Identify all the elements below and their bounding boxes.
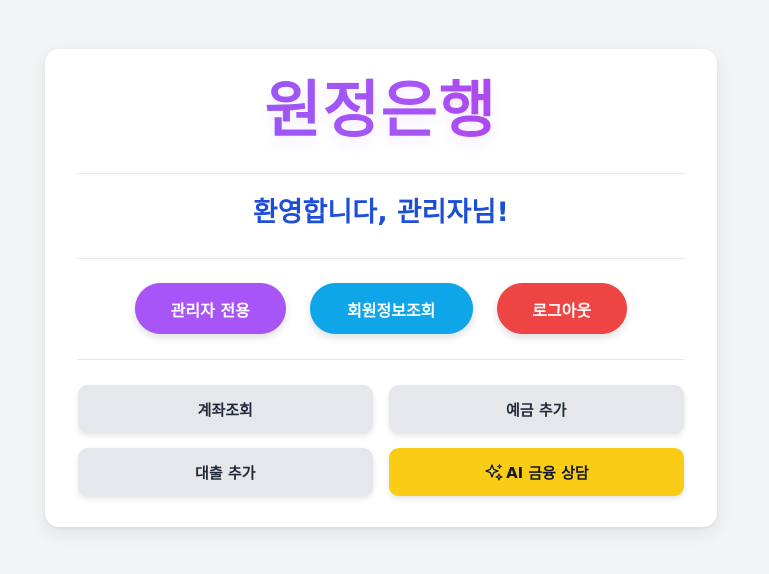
divider bbox=[77, 359, 685, 360]
ai-consult-button[interactable]: AI 금융 상담 bbox=[389, 448, 684, 496]
add-deposit-button[interactable]: 예금 추가 bbox=[389, 385, 684, 433]
main-card: 원정은행 환영합니다, 관리자님! 관리자 전용 회원정보조회 로그아웃 계좌조… bbox=[45, 49, 717, 527]
add-loan-button[interactable]: 대출 추가 bbox=[78, 448, 373, 496]
member-info-button[interactable]: 회원정보조회 bbox=[310, 283, 473, 334]
bank-title: 원정은행 bbox=[45, 71, 717, 149]
divider bbox=[77, 173, 685, 174]
divider bbox=[77, 258, 685, 259]
account-inquiry-button[interactable]: 계좌조회 bbox=[78, 385, 373, 433]
ai-consult-label: AI 금융 상담 bbox=[506, 463, 589, 482]
sparkles-icon bbox=[484, 462, 504, 482]
logout-button[interactable]: 로그아웃 bbox=[497, 283, 627, 334]
welcome-message: 환영합니다, 관리자님! bbox=[253, 197, 509, 228]
admin-only-button[interactable]: 관리자 전용 bbox=[135, 283, 286, 334]
